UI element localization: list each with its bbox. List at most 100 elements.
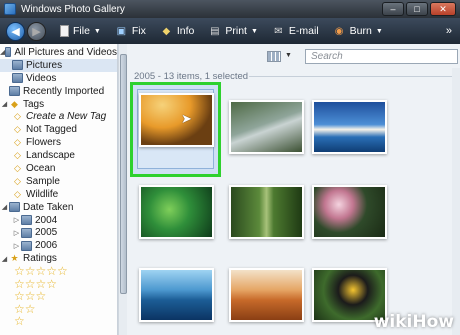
tree-item-year-2005[interactable]: ▷ 2005 — [0, 226, 117, 239]
new-tag-icon: ◇ — [14, 111, 21, 122]
chevron-down-icon[interactable]: ▼ — [285, 52, 292, 59]
videos-icon — [12, 73, 23, 84]
expand-icon[interactable]: ▷ — [12, 242, 21, 250]
pictures-icon — [12, 60, 23, 71]
tree-item-year-2004[interactable]: ▷ 2004 — [0, 214, 117, 227]
star-icon: ★ — [10, 253, 19, 264]
tree-item-label: Create a New Tag — [26, 111, 107, 123]
thumbnail-pane: ▼ Search 2005 - 13 items, 1 selected ➤ — [127, 44, 460, 335]
fix-label: Fix — [131, 25, 146, 37]
thumbnail-desert-dunes[interactable] — [229, 268, 304, 322]
tag-icon: ◆ — [11, 98, 18, 109]
tag-icon: ◇ — [14, 188, 21, 199]
view-options-icon[interactable] — [267, 51, 281, 62]
tree-item-tags[interactable]: ◢ ◆ Tags — [0, 98, 117, 111]
tree-item-videos[interactable]: Videos — [0, 72, 117, 85]
print-menu-button[interactable]: ▤ Print ▼ — [208, 25, 258, 37]
group-divider — [249, 76, 454, 77]
maximize-button[interactable]: □ — [406, 2, 428, 16]
tree-item-label: Sample — [26, 175, 60, 187]
tree-item-label: Wildlife — [26, 188, 59, 200]
toolbar: ◀ ▶ File ▼ ▣ Fix ◆ Info ▤ Print ▼ ✉ E-ma… — [0, 18, 460, 44]
rating-2-stars[interactable]: ☆☆ — [0, 302, 117, 316]
tree-item-pictures[interactable]: Pictures — [0, 58, 117, 72]
tree-item-label: Date Taken — [23, 201, 74, 213]
chevron-down-icon: ▼ — [250, 27, 258, 35]
close-button[interactable]: ✕ — [430, 2, 456, 16]
collapse-icon[interactable]: ◢ — [0, 100, 9, 108]
tree-item-all-pictures[interactable]: ◢ All Pictures and Videos — [0, 46, 117, 59]
tree-item-ratings[interactable]: ◢ ★ Ratings — [0, 252, 117, 265]
thumbnail-forest-path[interactable] — [229, 185, 304, 239]
file-menu-button[interactable]: File ▼ — [60, 25, 101, 37]
minimize-button[interactable]: – — [382, 2, 404, 16]
tag-icon: ◇ — [14, 137, 21, 148]
tree-item-date-taken[interactable]: ◢ Date Taken — [0, 201, 117, 214]
calendar-icon — [21, 227, 32, 238]
fix-button[interactable]: ▣ Fix — [115, 25, 146, 37]
tree-item-label: Not Tagged — [26, 124, 77, 136]
expand-icon[interactable]: ▷ — [12, 216, 21, 224]
expand-icon[interactable]: ▷ — [12, 229, 21, 237]
tree-item-label: Flowers — [26, 137, 62, 149]
tree-item-label: 2006 — [35, 240, 58, 252]
photo-gallery-window: Windows Photo Gallery – □ ✕ ◀ ▶ File ▼ ▣… — [0, 0, 460, 335]
collapse-icon[interactable]: ◢ — [0, 203, 9, 211]
group-header: 2005 - 13 items, 1 selected — [134, 71, 249, 82]
printer-icon: ▤ — [210, 25, 220, 37]
tree-item-not-tagged[interactable]: ◇ Not Tagged — [0, 123, 117, 136]
tree-item-tag-ocean[interactable]: ◇ Ocean — [0, 162, 117, 175]
watermark-how: How — [412, 312, 454, 332]
info-button[interactable]: ◆ Info — [160, 25, 195, 37]
thumbnail-autumn-tree[interactable]: ➤ — [139, 93, 214, 147]
thumbnail-jungle-plants[interactable] — [139, 185, 214, 239]
file-icon — [60, 25, 69, 37]
burn-menu-button[interactable]: ◉ Burn ▼ — [333, 25, 383, 37]
search-input[interactable]: Search — [305, 49, 458, 64]
title-bar: Windows Photo Gallery – □ ✕ — [0, 0, 460, 18]
tree-item-tag-wildlife[interactable]: ◇ Wildlife — [0, 188, 117, 201]
rating-4-stars[interactable]: ☆☆☆☆ — [0, 277, 117, 291]
watermark-wiki: wiki — [373, 312, 413, 332]
disc-icon: ◉ — [334, 25, 344, 37]
recent-icon — [9, 86, 20, 97]
chevron-down-icon: ▼ — [93, 27, 101, 35]
thumbnail-scrollbar[interactable] — [452, 68, 460, 335]
tree-item-year-2006[interactable]: ▷ 2006 — [0, 239, 117, 252]
tree-item-label: Tags — [23, 98, 45, 110]
rating-5-stars[interactable]: ☆☆☆☆☆ — [0, 264, 117, 278]
tree-item-recently-imported[interactable]: Recently Imported — [0, 85, 117, 98]
tree-item-tag-sample[interactable]: ◇ Sample — [0, 175, 117, 188]
collapse-icon[interactable]: ◢ — [0, 255, 9, 263]
calendar-icon — [9, 202, 20, 213]
forward-button[interactable]: ▶ — [27, 21, 46, 41]
back-button[interactable]: ◀ — [6, 21, 25, 41]
window-title: Windows Photo Gallery — [21, 3, 125, 15]
info-tag-icon: ◆ — [162, 25, 171, 37]
tree-item-label: Recently Imported — [23, 85, 105, 97]
pictures-folder-icon — [5, 47, 12, 58]
chevron-down-icon: ▼ — [375, 27, 383, 35]
more-commands-button[interactable]: » — [446, 25, 452, 37]
thumbnail-whale-tail[interactable] — [139, 268, 214, 322]
thumbnail-tropical-beach[interactable] — [312, 100, 387, 154]
tag-icon: ◇ — [14, 150, 21, 161]
navigation-scrollbar[interactable] — [118, 44, 127, 335]
email-label: E-mail — [288, 25, 319, 37]
tree-item-label: 2005 — [35, 227, 58, 239]
scrollbar-thumb[interactable] — [120, 54, 127, 294]
tree-item-label: Ratings — [23, 253, 57, 265]
calendar-icon — [21, 240, 32, 251]
rating-1-star[interactable]: ☆ — [0, 314, 117, 328]
tree-item-tag-landscape[interactable]: ◇ Landscape — [0, 149, 117, 162]
thumbnail-orchid-flowers[interactable] — [312, 185, 387, 239]
tree-item-label: Videos — [26, 72, 57, 84]
tree-item-create-tag[interactable]: ◇ Create a New Tag — [0, 110, 117, 123]
rating-3-stars[interactable]: ☆☆☆ — [0, 289, 117, 303]
window-controls: – □ ✕ — [382, 2, 456, 16]
tree-item-tag-flowers[interactable]: ◇ Flowers — [0, 136, 117, 149]
email-button[interactable]: ✉ E-mail — [272, 25, 319, 37]
thumbnail-forest-stream[interactable] — [229, 100, 304, 154]
fix-icon: ▣ — [116, 25, 127, 37]
burn-label: Burn — [349, 25, 372, 37]
